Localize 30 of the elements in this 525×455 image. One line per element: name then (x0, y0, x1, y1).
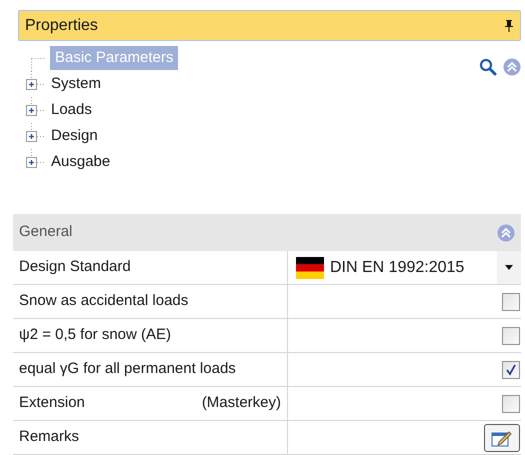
pin-icon[interactable] (504, 19, 514, 32)
caret-icon[interactable] (505, 265, 513, 270)
property-note: (Masterkey) (202, 393, 281, 414)
checkbox[interactable] (502, 292, 520, 310)
property-label: ψ2 = 0,5 for snow (AE) (19, 325, 172, 346)
checkmark-icon (505, 364, 517, 376)
search-icon[interactable] (479, 58, 497, 76)
standard-dropdown[interactable]: DIN EN 1992:2015 (288, 251, 521, 284)
expand-icon[interactable] (26, 79, 37, 90)
property-label: equal γG for all permanent loads (19, 359, 236, 380)
flag-icon (296, 256, 324, 278)
property-label: Remarks (19, 427, 80, 448)
tree-item[interactable]: Ausgabe (50, 150, 112, 174)
checkbox[interactable] (502, 360, 520, 378)
checkbox[interactable] (502, 326, 520, 344)
dropdown-value: DIN EN 1992:2015 (330, 258, 464, 278)
expand-icon[interactable] (26, 105, 37, 116)
notepad-icon (491, 428, 513, 446)
edit-button[interactable] (484, 424, 520, 452)
panel-title: Properties (25, 16, 98, 36)
property-label: Design Standard (19, 257, 131, 278)
expand-icon[interactable] (26, 131, 37, 142)
tree-item[interactable]: Loads (50, 98, 93, 122)
checkbox[interactable] (502, 394, 520, 412)
expand-icon[interactable] (26, 157, 37, 168)
property-label: Extension (19, 393, 85, 414)
tree-item[interactable]: Design (50, 124, 99, 148)
section-title: General (19, 222, 72, 242)
property-label: Snow as accidental loads (19, 291, 188, 312)
tree-item[interactable]: System (50, 72, 102, 96)
